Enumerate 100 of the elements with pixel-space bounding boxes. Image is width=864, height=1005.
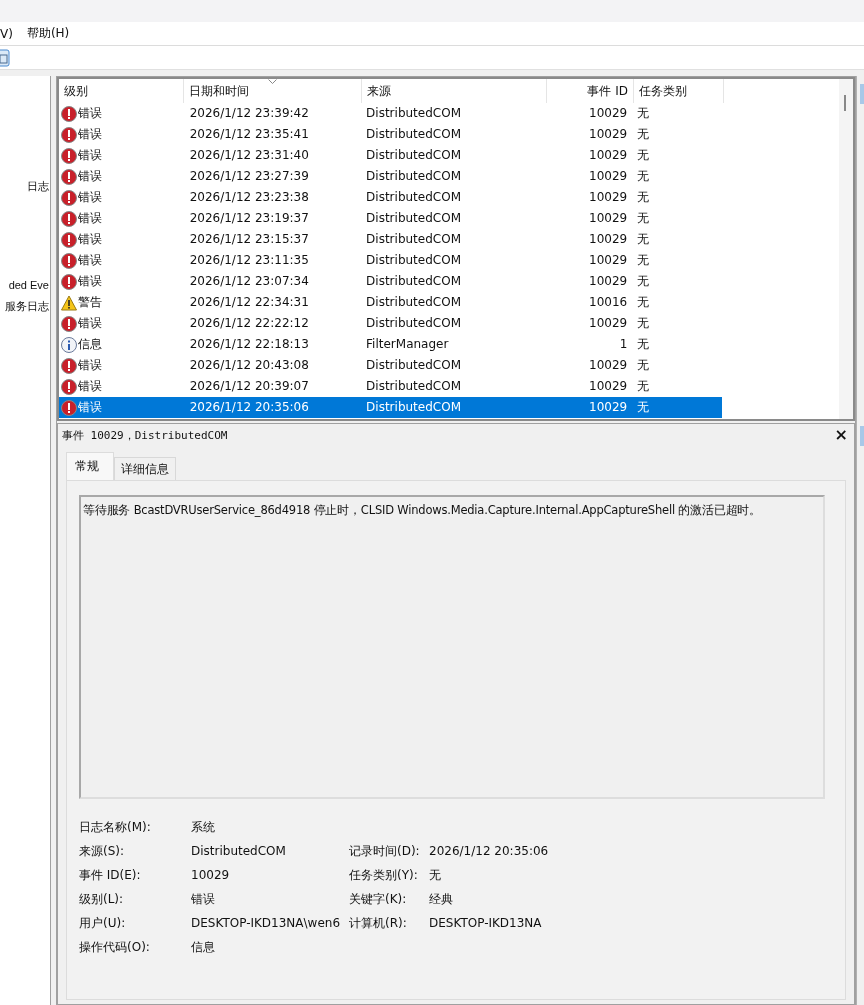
table-cell-text: 10016: [588, 294, 629, 311]
table-cell-text: 错误: [78, 147, 102, 164]
table-cell-text: 10029: [588, 399, 629, 416]
table-cell-text: 错误: [78, 231, 102, 248]
table-cell-text: DistributedCOM: [365, 273, 462, 290]
field-label: 关键字(K):: [349, 892, 407, 906]
field-value: 系统: [191, 820, 215, 834]
error-icon: [61, 378, 77, 395]
field-value: DESKTOP-IKD13NA: [429, 916, 542, 930]
table-cell-text: 无: [636, 252, 651, 269]
event-message: 等待服务 BcastDVRUserService_86d4918 停止时，CLSID Windows.Media.Capture.Internal.AppCaptureShell 的激活已超时。: [83, 503, 761, 517]
table-cell-text: DistributedCOM: [365, 168, 462, 185]
table-cell-text: 错误: [78, 399, 102, 416]
column-header[interactable]: 级别: [59, 79, 184, 103]
close-button[interactable]: ×: [834, 427, 848, 443]
table-cell-text: 2026/1/12 23:39:42: [188, 105, 310, 122]
table-cell-text: 2026/1/12 23:19:37: [188, 210, 310, 227]
table-cell-text: DistributedCOM: [365, 378, 462, 395]
table-cell-text: DistributedCOM: [365, 189, 462, 206]
menu-item[interactable]: V): [0, 26, 13, 41]
error-icon: [61, 105, 77, 122]
table-cell-text: 无: [636, 273, 651, 290]
table-cell-text: 无: [636, 168, 651, 185]
field-value: 经典: [429, 892, 453, 906]
field-value: 10029: [191, 868, 230, 882]
table-cell-text: 无: [636, 315, 651, 332]
table-cell-text: 错误: [78, 105, 102, 122]
table-cell-text: DistributedCOM: [365, 210, 462, 227]
table-cell-text: 无: [636, 399, 651, 416]
table-cell-text: 2026/1/12 22:34:31: [188, 294, 310, 311]
error-icon: [61, 168, 77, 185]
table-cell-text: DistributedCOM: [365, 315, 462, 332]
table-cell-text: 2026/1/12 20:39:07: [188, 378, 310, 395]
table-cell-text: 无: [636, 105, 651, 122]
error-icon: [61, 147, 77, 164]
table-cell-text: 10029: [588, 189, 629, 206]
info-icon: [61, 336, 77, 353]
table-cell-text: 10029: [588, 210, 629, 227]
field-value: 无: [429, 868, 441, 882]
error-icon: [61, 399, 77, 416]
table-cell-text: 错误: [78, 378, 102, 395]
table-cell-text: 2026/1/12 23:27:39: [188, 168, 310, 185]
tree-item[interactable]: 日志: [27, 179, 49, 194]
table-cell-text: 10029: [588, 231, 629, 248]
error-icon: [61, 210, 77, 227]
pane-title: 事件 10029，DistributedCOM: [62, 427, 228, 443]
table-cell-text: 10029: [588, 126, 629, 143]
field-label: 事件 ID(E):: [79, 868, 141, 882]
field-label: 日志名称(M):: [79, 820, 151, 834]
table-cell-text: 2026/1/12 23:07:34: [188, 273, 310, 290]
table-cell-text: 错误: [78, 357, 102, 374]
table-cell-text: DistributedCOM: [365, 357, 462, 374]
tree-item[interactable]: 服务日志: [5, 299, 49, 314]
table-cell-text: 错误: [78, 189, 102, 206]
field-label: 记录时间(D):: [349, 844, 420, 858]
tab[interactable]: 常规: [66, 452, 114, 481]
field-value: 2026/1/12 20:35:06: [429, 844, 549, 858]
field-value: 信息: [191, 940, 215, 954]
column-header[interactable]: 事件 ID: [547, 79, 634, 103]
tree-item[interactable]: ded Eve: [8, 279, 49, 291]
table-cell-text: 错误: [78, 273, 102, 290]
table-cell-text: 信息: [78, 336, 102, 353]
table-cell-text: DistributedCOM: [365, 231, 462, 248]
table-cell-text: 无: [636, 210, 651, 227]
table-cell-text: 10029: [588, 105, 629, 122]
column-header[interactable]: 来源: [362, 79, 547, 103]
column-header[interactable]: 任务类别: [634, 79, 724, 103]
table-cell-text: 2026/1/12 23:15:37: [188, 231, 310, 248]
table-cell-text: 10029: [588, 378, 629, 395]
table-cell-text: FilterManager: [365, 336, 450, 353]
column-header[interactable]: 日期和时间: [184, 79, 362, 103]
error-icon: [61, 126, 77, 143]
table-cell-text: DistributedCOM: [365, 105, 462, 122]
field-label: 操作代码(O):: [79, 940, 150, 954]
table-cell-text: 无: [636, 189, 651, 206]
table-cell-text: 2026/1/12 23:35:41: [188, 126, 310, 143]
scrollbar[interactable]: [839, 79, 853, 419]
table-cell-text: 2026/1/12 22:18:13: [188, 336, 310, 353]
table-cell-text: 错误: [78, 315, 102, 332]
error-icon: [61, 357, 77, 374]
table-cell-text: 无: [636, 231, 651, 248]
error-icon: [61, 315, 77, 332]
table-cell-text: 2026/1/12 22:22:12: [188, 315, 310, 332]
table-cell-text: 错误: [78, 210, 102, 227]
table-cell-text: 10029: [588, 252, 629, 269]
tab[interactable]: 详细信息: [114, 457, 176, 481]
table-cell-text: 无: [636, 294, 651, 311]
field-label: 级别(L):: [79, 892, 124, 906]
table-cell-text: DistributedCOM: [365, 399, 462, 416]
table-cell-text: 错误: [78, 252, 102, 269]
field-label: 计算机(R):: [349, 916, 407, 930]
menu-item[interactable]: 帮助(H): [26, 25, 70, 42]
table-cell-text: 1: [618, 336, 629, 353]
table-cell-text: 警告: [78, 294, 102, 311]
window-icon[interactable]: [0, 48, 10, 67]
table-cell-text: 10029: [588, 168, 629, 185]
field-value: 错误: [191, 892, 215, 906]
table-cell-text: 无: [636, 336, 651, 353]
field-label: 用户(U):: [79, 916, 126, 930]
table-cell-text: 无: [636, 357, 651, 374]
